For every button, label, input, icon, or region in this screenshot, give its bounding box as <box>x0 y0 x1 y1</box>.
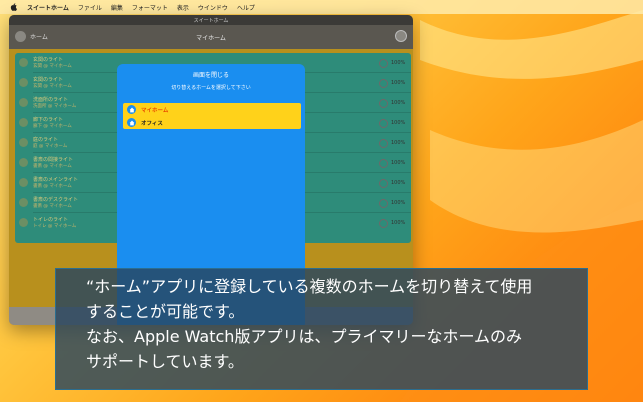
home-option-office[interactable]: オフィス <box>123 116 301 129</box>
accessory-room: 書斎 @ マイホーム <box>33 184 72 189</box>
brightness-value: 100% <box>391 180 406 186</box>
accessory-room: 廊下 @ マイホーム <box>33 124 72 129</box>
brightness-value: 100% <box>391 140 406 146</box>
lightbulb-icon <box>19 98 28 107</box>
brightness-value: 100% <box>391 200 406 206</box>
accessory-room: 書斎 @ マイホーム <box>33 204 72 209</box>
accessory-name: 廊下のライト <box>33 117 64 123</box>
power-toggle[interactable] <box>379 219 388 228</box>
accessory-name: 書斎のデスクライト <box>33 197 79 203</box>
caption-overlay: “ホーム”アプリに登録している複数のホームを切り替えて使用 することが可能です。… <box>55 268 588 390</box>
brightness-value: 100% <box>391 220 406 226</box>
accessory-room: 玄関 @ マイホーム <box>33 64 72 69</box>
accessory-room: 庭 @ マイホーム <box>33 144 68 149</box>
toolbar-title: マイホーム <box>196 35 226 42</box>
power-toggle[interactable] <box>379 139 388 148</box>
menu-edit[interactable]: 編集 <box>111 3 123 12</box>
power-toggle[interactable] <box>379 199 388 208</box>
accessory-name: 洗面所のライト <box>33 97 69 103</box>
power-toggle[interactable] <box>379 159 388 168</box>
power-toggle[interactable] <box>379 79 388 88</box>
menu-app-name[interactable]: スイートホーム <box>27 3 69 12</box>
accessory-room: トイレ @ マイホーム <box>33 224 77 229</box>
menu-view[interactable]: 表示 <box>177 3 189 12</box>
house-icon <box>127 105 136 114</box>
accessory-name: 庭のライト <box>33 137 59 143</box>
lightbulb-icon <box>19 158 28 167</box>
power-toggle[interactable] <box>379 99 388 108</box>
power-toggle[interactable] <box>379 59 388 68</box>
home-option-label: オフィス <box>141 120 163 127</box>
toolbar: ホーム マイホーム <box>9 25 413 49</box>
caption-line: “ホーム”アプリに登録している複数のホームを切り替えて使用 <box>86 277 533 296</box>
caption-line: サポートしています。 <box>86 352 244 371</box>
window-titlebar[interactable]: スイートホーム <box>9 15 413 25</box>
settings-button[interactable] <box>395 30 407 42</box>
house-icon <box>127 118 136 127</box>
accessory-name: 玄関のライト <box>33 57 64 63</box>
home-option-myhome[interactable]: マイホーム <box>123 103 301 116</box>
menu-file[interactable]: ファイル <box>78 3 102 12</box>
caption-line: なお、Apple Watch版アプリは、プライマリーなホームのみ <box>86 327 522 346</box>
window-title: スイートホーム <box>193 17 229 24</box>
accessory-name: 書斎のメインライト <box>33 177 79 183</box>
accessory-name: 玄関のライト <box>33 77 64 83</box>
brightness-value: 100% <box>391 160 406 166</box>
brightness-value: 100% <box>391 100 406 106</box>
sheet-instruction: 切り替えるホームを選択して下さい <box>171 85 251 91</box>
lightbulb-icon <box>19 118 28 127</box>
lightbulb-icon <box>19 58 28 67</box>
brightness-value: 100% <box>391 60 406 66</box>
accessory-room: 洗面所 @ マイホーム <box>33 104 77 109</box>
brightness-value: 100% <box>391 80 406 86</box>
power-toggle[interactable] <box>379 179 388 188</box>
lightbulb-icon <box>19 78 28 87</box>
menu-help[interactable]: ヘルプ <box>237 3 255 12</box>
home-option-label: マイホーム <box>141 107 169 114</box>
lightbulb-icon <box>19 218 28 227</box>
accessory-room: 書斎 @ マイホーム <box>33 164 72 169</box>
menu-bar: スイートホーム ファイル 編集 フォーマット 表示 ウインドウ ヘルプ <box>0 0 643 14</box>
menu-window[interactable]: ウインドウ <box>198 3 228 12</box>
lightbulb-icon <box>19 178 28 187</box>
power-toggle[interactable] <box>379 119 388 128</box>
close-sheet-button[interactable]: 画面を閉じる <box>117 70 305 79</box>
brightness-value: 100% <box>391 120 406 126</box>
accessory-room: 玄関 @ マイホーム <box>33 84 72 89</box>
accessory-name: トイレのライト <box>33 217 69 223</box>
lightbulb-icon <box>19 198 28 207</box>
apple-icon[interactable] <box>10 3 17 11</box>
menu-format[interactable]: フォーマット <box>132 3 168 12</box>
lightbulb-icon <box>19 138 28 147</box>
accessory-name: 書斎の間接ライト <box>33 157 74 163</box>
caption-line: することが可能です。 <box>86 302 245 321</box>
